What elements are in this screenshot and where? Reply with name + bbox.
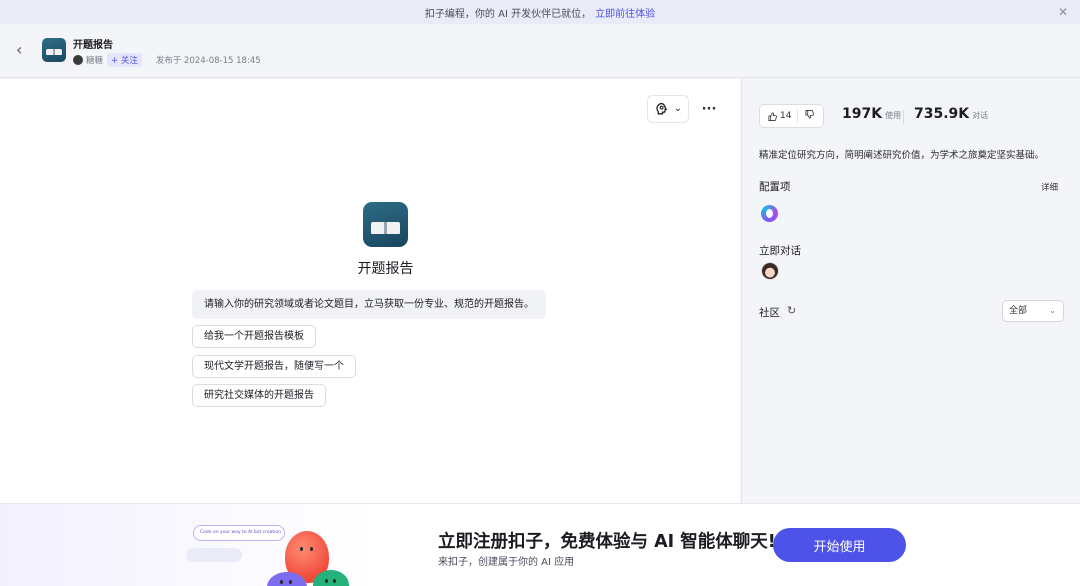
mascot-illustration: Code on your way to AI bot creation [180, 504, 360, 586]
chat-label: 对话 [972, 111, 989, 120]
banner-link[interactable]: 立即前往体验 [595, 5, 655, 20]
bot-avatar [42, 38, 66, 62]
chat-panel: ⌄ ··· 开题报告 请输入你的研究领域或者论文题目，立马获取一份专业、规范的开… [0, 79, 740, 503]
promo-subtitle: 来扣子，创建属于你的 AI 应用 [438, 557, 575, 568]
bot-description: 精准定位研究方向，简明阐述研究价值，为学术之旅奠定坚实基础。 [759, 150, 1045, 161]
chat-count: 735.9K [914, 106, 970, 122]
opening-message: 请输入你的研究领域或者论文题目，立马获取一份专业、规范的开题报告。 [192, 290, 546, 319]
suggestion-chip[interactable]: 给我一个开题报告模板 [192, 325, 316, 348]
page-header: ‹ 开题报告 糖糖 + 关注 发布于 2024-08-15 18:45 [0, 24, 1080, 78]
author-name[interactable]: 糖糖 [86, 54, 103, 66]
bot-large-avatar [363, 202, 408, 247]
bot-meta: 糖糖 + 关注 发布于 2024-08-15 18:45 [73, 53, 261, 67]
stat-divider [903, 110, 904, 124]
top-banner: 扣子编程，你的 AI 开发伙伴已就位， 立即前往体验 ✕ [0, 0, 1080, 24]
follow-button[interactable]: + 关注 [107, 53, 142, 67]
chat-now-heading: 立即对话 [759, 245, 801, 257]
publish-date: 发布于 2024-08-15 18:45 [155, 56, 261, 66]
chevron-down-icon: ⌄ [673, 103, 683, 114]
signup-promo: Code on your way to AI bot creation 立即注册… [0, 503, 1080, 586]
start-using-button[interactable]: 开始使用 [773, 528, 906, 562]
brain-icon [656, 102, 667, 115]
promo-title: 立即注册扣子，免费体验与 AI 智能体聊天! [438, 532, 776, 552]
model-selector-button[interactable]: ⌄ [647, 95, 689, 123]
thumbs-down-icon [805, 110, 815, 119]
like-dislike-group: 14 [759, 104, 824, 128]
usage-count: 197K [842, 106, 883, 122]
thumbs-up-icon [768, 111, 777, 121]
suggestion-chip[interactable]: 现代文学开题报告，随便写一个 [192, 355, 356, 378]
usage-stat: 197K 使用 [842, 106, 901, 122]
banner-text: 扣子编程，你的 AI 开发伙伴已就位， [424, 8, 592, 20]
author-avatar [73, 55, 83, 65]
book-icon [371, 222, 400, 234]
persona-avatar[interactable] [761, 262, 779, 280]
model-logo-icon[interactable] [761, 205, 778, 222]
community-heading: 社区 [759, 307, 780, 319]
like-button[interactable]: 14 [760, 109, 799, 123]
chat-stat: 735.9K 对话 [914, 106, 988, 122]
more-options-button[interactable]: ··· [696, 95, 722, 123]
filter-value: 全部 [1009, 306, 1028, 316]
back-arrow-icon[interactable]: ‹ [16, 40, 32, 60]
chevron-down-icon: ⌄ [1049, 306, 1056, 315]
info-sidebar: 14 197K 使用 735.9K 对话 精准定位研究方向，简明阐述研究价值，为… [741, 79, 1080, 503]
config-heading: 配置项 [759, 181, 791, 193]
book-icon [46, 48, 62, 56]
bot-name: 开题报告 [73, 40, 113, 51]
close-icon[interactable]: ✕ [1058, 5, 1068, 19]
details-link[interactable]: 详细 [1041, 181, 1058, 193]
dislike-button[interactable] [798, 110, 821, 122]
usage-label: 使用 [885, 111, 902, 120]
bot-title: 开题报告 [357, 261, 414, 277]
speech-bubble: Code on your way to AI bot creation [193, 525, 285, 541]
refresh-icon[interactable]: ↻ [787, 304, 796, 317]
speech-bubble-small [186, 548, 242, 562]
suggestion-chip[interactable]: 研究社交媒体的开题报告 [192, 384, 326, 407]
community-filter-select[interactable]: 全部 ⌄ [1002, 300, 1064, 322]
like-count: 14 [780, 111, 792, 121]
